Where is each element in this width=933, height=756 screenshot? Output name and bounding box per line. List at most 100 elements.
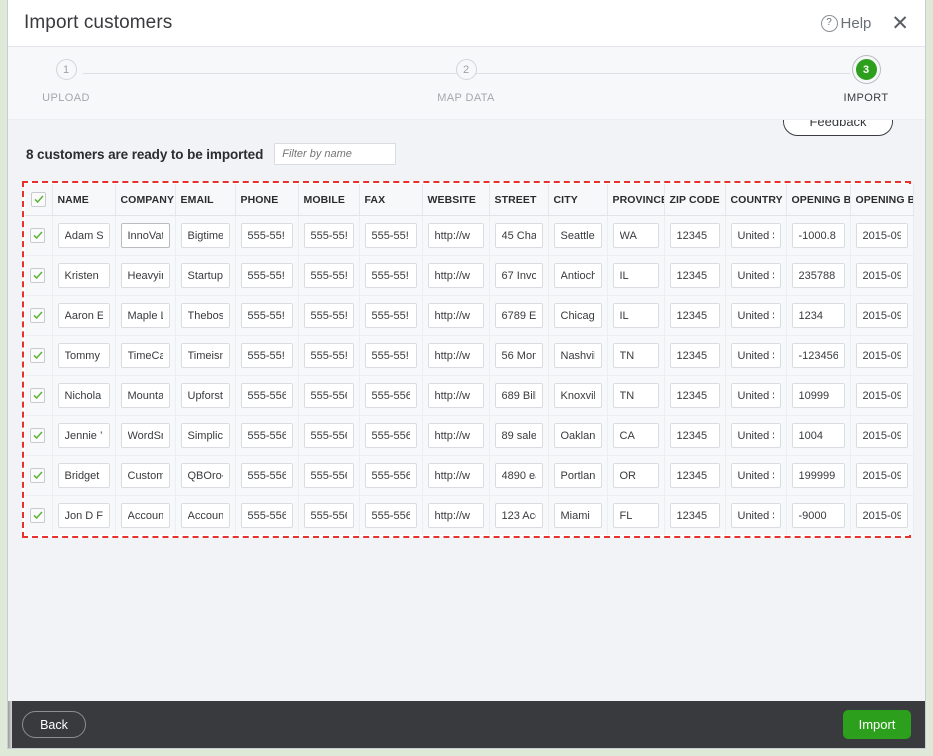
cell-input-country-11[interactable] <box>730 303 781 328</box>
cell-input-opening-ba-13[interactable] <box>855 423 908 448</box>
cell-input-opening-ba-13[interactable] <box>855 263 908 288</box>
cell-input-email-2[interactable] <box>180 343 230 368</box>
cell-input-phone-3[interactable] <box>240 423 293 448</box>
cell-input-website-6[interactable] <box>427 503 484 528</box>
cell-input-opening-ba-12[interactable] <box>791 423 845 448</box>
cell-input-province-f-9[interactable] <box>612 263 659 288</box>
cell-input-company-1[interactable] <box>120 303 170 328</box>
cell-input-company-1[interactable] <box>120 423 170 448</box>
cell-input-zip-code-10[interactable] <box>669 303 720 328</box>
cell-input-name-0[interactable] <box>57 263 110 288</box>
cell-input-website-6[interactable] <box>427 303 484 328</box>
cell-input-fax-5[interactable] <box>364 263 417 288</box>
cell-input-company-1[interactable] <box>120 223 170 248</box>
cell-input-opening-ba-12[interactable] <box>791 503 845 528</box>
cell-input-city-8[interactable] <box>553 343 602 368</box>
cell-input-name-0[interactable] <box>57 383 110 408</box>
cell-input-opening-ba-12[interactable] <box>791 263 845 288</box>
cell-input-zip-code-10[interactable] <box>669 503 720 528</box>
step-map-data[interactable]: 2 MAP DATA <box>411 59 521 104</box>
row-checkbox[interactable] <box>30 507 45 523</box>
cell-input-website-6[interactable] <box>427 343 484 368</box>
cell-input-website-6[interactable] <box>427 383 484 408</box>
cell-input-opening-ba-13[interactable] <box>855 503 908 528</box>
step-import[interactable]: 3 IMPORT <box>811 59 921 104</box>
cell-input-fax-5[interactable] <box>364 383 417 408</box>
cell-input-website-6[interactable] <box>427 423 484 448</box>
row-checkbox[interactable] <box>30 467 45 483</box>
cell-input-fax-5[interactable] <box>364 503 417 528</box>
cell-input-mobile-4[interactable] <box>303 423 354 448</box>
cell-input-country-11[interactable] <box>730 503 781 528</box>
row-checkbox[interactable] <box>30 427 45 443</box>
cell-input-email-2[interactable] <box>180 223 230 248</box>
cell-input-opening-ba-12[interactable] <box>791 223 845 248</box>
cell-input-website-6[interactable] <box>427 463 484 488</box>
cell-input-email-2[interactable] <box>180 423 230 448</box>
filter-by-name-input[interactable] <box>274 143 397 165</box>
cell-input-opening-ba-13[interactable] <box>855 303 908 328</box>
cell-input-province-f-9[interactable] <box>612 343 659 368</box>
cell-input-country-11[interactable] <box>730 223 781 248</box>
cell-input-opening-ba-12[interactable] <box>791 383 845 408</box>
cell-input-zip-code-10[interactable] <box>669 343 720 368</box>
row-checkbox[interactable] <box>30 387 45 403</box>
cell-input-zip-code-10[interactable] <box>669 223 720 248</box>
cell-input-mobile-4[interactable] <box>303 343 354 368</box>
cell-input-country-11[interactable] <box>730 423 781 448</box>
cell-input-phone-3[interactable] <box>240 463 293 488</box>
cell-input-zip-code-10[interactable] <box>669 383 720 408</box>
cell-input-opening-ba-12[interactable] <box>791 343 845 368</box>
cell-input-mobile-4[interactable] <box>303 263 354 288</box>
cell-input-opening-ba-13[interactable] <box>855 383 908 408</box>
cell-input-country-11[interactable] <box>730 463 781 488</box>
cell-input-company-1[interactable] <box>120 343 170 368</box>
cell-input-website-6[interactable] <box>427 223 484 248</box>
cell-input-email-2[interactable] <box>180 263 230 288</box>
cell-input-province-f-9[interactable] <box>612 503 659 528</box>
cell-input-fax-5[interactable] <box>364 423 417 448</box>
cell-input-street-7[interactable] <box>494 503 543 528</box>
cell-input-mobile-4[interactable] <box>303 503 354 528</box>
cell-input-street-7[interactable] <box>494 223 543 248</box>
cell-input-city-8[interactable] <box>553 303 602 328</box>
cell-input-phone-3[interactable] <box>240 503 293 528</box>
cell-input-name-0[interactable] <box>57 223 110 248</box>
cell-input-street-7[interactable] <box>494 343 543 368</box>
row-checkbox[interactable] <box>30 347 45 363</box>
cell-input-company-1[interactable] <box>120 463 170 488</box>
cell-input-city-8[interactable] <box>553 463 602 488</box>
cell-input-opening-ba-13[interactable] <box>855 463 908 488</box>
cell-input-street-7[interactable] <box>494 303 543 328</box>
feedback-button[interactable]: Feedback <box>783 120 893 136</box>
cell-input-country-11[interactable] <box>730 263 781 288</box>
help-link[interactable]: ? Help <box>820 14 871 32</box>
cell-input-city-8[interactable] <box>553 423 602 448</box>
cell-input-city-8[interactable] <box>553 383 602 408</box>
cell-input-province-f-9[interactable] <box>612 423 659 448</box>
cell-input-email-2[interactable] <box>180 463 230 488</box>
cell-input-name-0[interactable] <box>57 303 110 328</box>
cell-input-fax-5[interactable] <box>364 223 417 248</box>
cell-input-country-11[interactable] <box>730 383 781 408</box>
cell-input-city-8[interactable] <box>553 223 602 248</box>
cell-input-name-0[interactable] <box>57 463 110 488</box>
cell-input-email-2[interactable] <box>180 503 230 528</box>
cell-input-province-f-9[interactable] <box>612 303 659 328</box>
cell-input-opening-ba-12[interactable] <box>791 303 845 328</box>
select-all-checkbox[interactable] <box>31 192 46 207</box>
cell-input-country-11[interactable] <box>730 343 781 368</box>
cell-input-email-2[interactable] <box>180 383 230 408</box>
cell-input-zip-code-10[interactable] <box>669 263 720 288</box>
cell-input-zip-code-10[interactable] <box>669 423 720 448</box>
row-checkbox[interactable] <box>30 227 45 243</box>
cell-input-company-1[interactable] <box>120 503 170 528</box>
cell-input-opening-ba-12[interactable] <box>791 463 845 488</box>
cell-input-mobile-4[interactable] <box>303 463 354 488</box>
cell-input-email-2[interactable] <box>180 303 230 328</box>
cell-input-phone-3[interactable] <box>240 303 293 328</box>
cell-input-city-8[interactable] <box>553 503 602 528</box>
cell-input-phone-3[interactable] <box>240 223 293 248</box>
import-button[interactable]: Import <box>843 710 911 739</box>
cell-input-phone-3[interactable] <box>240 343 293 368</box>
